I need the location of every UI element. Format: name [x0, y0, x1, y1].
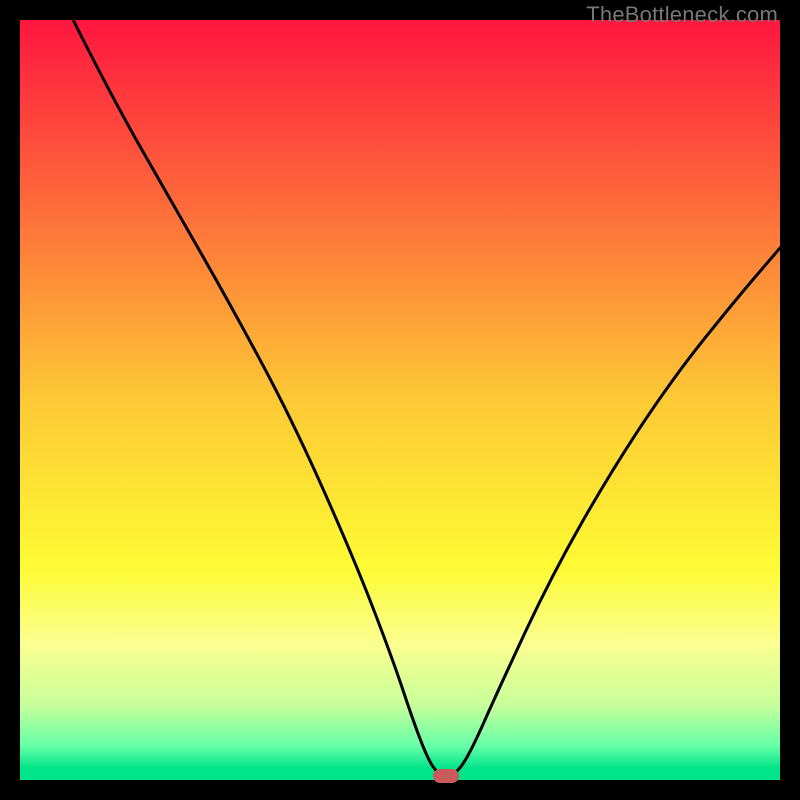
chart-frame	[20, 20, 780, 780]
optimal-marker	[433, 769, 459, 783]
bottleneck-chart	[20, 20, 780, 780]
watermark-text: TheBottleneck.com	[586, 2, 778, 28]
